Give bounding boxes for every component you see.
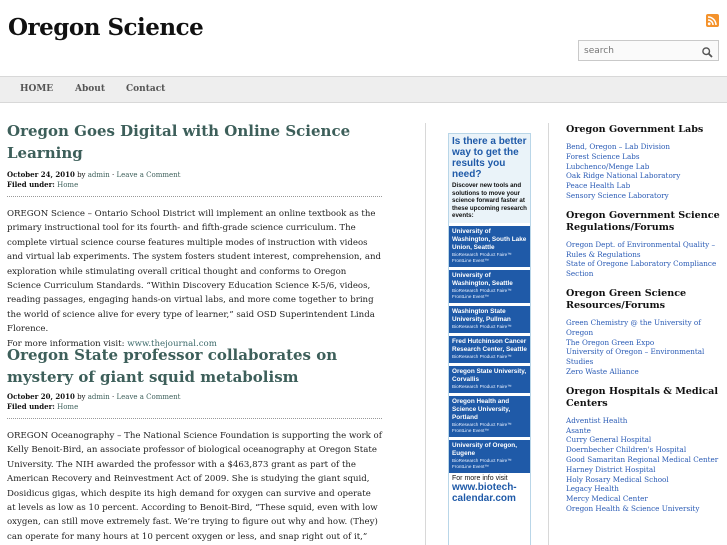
post-by: by (77, 171, 86, 179)
nav-about[interactable]: About (75, 84, 105, 94)
sidebar-link[interactable]: Doernbecher Children's Hospital (566, 445, 722, 455)
sidebar-link[interactable]: Mercy Medical Center (566, 494, 722, 504)
post-filed: Filed under: Home (7, 180, 382, 190)
sidebar-link[interactable]: Oregon Health & Science University (566, 504, 722, 514)
sidebar-section-green-science: Oregon Green Science Resources/Forums Gr… (566, 288, 722, 377)
ad-url[interactable]: www.biotech-calendar.com (452, 482, 527, 504)
ad-headline: Is there a better way to get the results… (452, 136, 527, 180)
sidebar-link[interactable]: The Oregon Green Expo (566, 338, 722, 348)
sidebar-heading: Oregon Green Science Resources/Forums (566, 287, 687, 311)
post-author-link[interactable]: admin (88, 171, 110, 179)
ad-event: Fred Hutchinson Cancer Research Center, … (449, 335, 530, 363)
sidebar-link[interactable]: Harney District Hospital (566, 465, 722, 475)
filed-label: Filed under: (7, 180, 55, 189)
post: Oregon Goes Digital with Online Science … (7, 120, 382, 351)
sidebar-link[interactable]: Sensory Science Laboratory (566, 191, 722, 201)
sidebar-link[interactable]: Adventist Health (566, 416, 722, 426)
post-body: OREGON Oceanography – The National Scien… (7, 431, 382, 542)
sidebar-link[interactable]: Legacy Health (566, 484, 722, 494)
category-link[interactable]: Home (57, 403, 78, 411)
ad-event: Oregon Health and Science University, Po… (449, 395, 530, 437)
filed-label: Filed under: (7, 402, 55, 411)
ad-event: Washington State University, Pullman BioR… (449, 305, 530, 333)
sidebar-heading: Oregon Government Science Regulations/Fo… (566, 209, 720, 233)
ad-subtext: Discover new tools and solutions to move… (452, 182, 527, 219)
site-title[interactable]: Oregon Science (8, 14, 204, 41)
sidebar-link[interactable]: Holy Rosary Medical School (566, 475, 722, 485)
event-location: Oregon Health and Science University, Po… (452, 397, 511, 421)
ad-column: Is there a better way to get the results… (425, 123, 549, 545)
site-header: Oregon Science (0, 0, 727, 76)
sidebar-link[interactable]: Green Chemistry @ the University of Oreg… (566, 318, 722, 338)
sidebar-section-hospitals: Oregon Hospitals & Medical Centers Adven… (566, 386, 722, 514)
post-body: OREGON Science – Ontario School District… (7, 209, 382, 335)
post-date: October 20, 2010 (7, 392, 75, 401)
sidebar-section-government-labs: Oregon Government Labs Bend, Oregon – La… (566, 124, 722, 201)
event-location: Fred Hutchinson Cancer Research Center, … (452, 337, 527, 353)
sidebar-link[interactable]: Oregon Dept. of Environmental Quality – … (566, 240, 722, 260)
sidebar: Oregon Government Labs Bend, Oregon – La… (566, 124, 722, 523)
event-location: University of Washington, South Lake Uni… (452, 227, 527, 251)
ad-footer: For more info visit www.biotech-calendar… (449, 473, 530, 506)
divider (7, 196, 382, 197)
sidebar-link[interactable]: Oak Ridge National Laboratory (566, 171, 722, 181)
ad-event: University of Washington, South Lake Uni… (449, 225, 530, 267)
sidebar-section-regulations: Oregon Government Science Regulations/Fo… (566, 210, 722, 279)
post-date: October 24, 2010 (7, 170, 75, 179)
post-filed: Filed under: Home (7, 402, 382, 412)
post-title[interactable]: Oregon State professor collaborates on m… (7, 344, 382, 388)
event-type: BioResearch Product Faire™ FrontLine Eve… (452, 251, 512, 263)
event-type: BioResearch Product Faire™ (452, 383, 512, 389)
event-type: BioResearch Product Faire™ FrontLine Eve… (452, 287, 512, 299)
post-title[interactable]: Oregon Goes Digital with Online Science … (7, 120, 382, 164)
event-location: University of Washington, Seattle (452, 271, 513, 287)
ad-banner[interactable]: Is there a better way to get the results… (448, 133, 531, 545)
event-type: BioResearch Product Faire™ (452, 353, 512, 359)
leave-comment-link[interactable]: Leave a Comment (116, 393, 180, 401)
sidebar-link[interactable]: Forest Science Labs (566, 152, 722, 162)
ad-event: University of Washington, Seattle BioRese… (449, 269, 530, 303)
sidebar-link[interactable]: Bend, Oregon – Lab Division (566, 142, 722, 152)
post-author-link[interactable]: admin (88, 393, 110, 401)
divider (7, 418, 382, 419)
sidebar-heading: Oregon Hospitals & Medical Centers (566, 385, 718, 409)
post-meta: October 24, 2010 by admin · Leave a Comm… (7, 170, 181, 179)
event-location: Oregon State University, Corvallis (452, 367, 527, 383)
event-type: BioResearch Product Faire™ FrontLine Eve… (452, 457, 512, 469)
ad-event: University of Oregon, Eugene BioResearch … (449, 439, 530, 473)
post-by: by (77, 393, 86, 401)
magnifier-icon (702, 47, 713, 58)
sidebar-link[interactable]: University of Oregon – Environmental Stu… (566, 347, 722, 367)
ad-header: Is there a better way to get the results… (449, 134, 530, 223)
sidebar-link[interactable]: Lubchenco/Menge Lab (566, 162, 722, 172)
event-location: Washington State University, Pullman (452, 307, 511, 323)
nav-contact[interactable]: Contact (126, 84, 165, 94)
sidebar-link[interactable]: Good Samaritan Regional Medical Center (566, 455, 722, 465)
sidebar-link[interactable]: Zero Waste Alliance (566, 367, 722, 377)
ad-event: Oregon State University, Corvallis BioRes… (449, 365, 530, 393)
leave-comment-link[interactable]: Leave a Comment (116, 171, 180, 179)
sidebar-link[interactable]: Peace Health Lab (566, 181, 722, 191)
search-input[interactable] (579, 41, 697, 60)
post-meta: October 20, 2010 by admin · Leave a Comm… (7, 392, 181, 401)
event-location: University of Oregon, Eugene (452, 441, 517, 457)
rss-feed-icon[interactable] (706, 14, 719, 27)
category-link[interactable]: Home (57, 181, 78, 189)
sidebar-heading: Oregon Government Labs (566, 124, 704, 135)
main-nav: HOME About Contact (0, 76, 727, 103)
nav-home[interactable]: HOME (20, 84, 53, 94)
sidebar-link[interactable]: State of Oregone Laboratory Compliance S… (566, 259, 722, 279)
search-button[interactable] (701, 44, 714, 58)
sidebar-link[interactable]: Asante (566, 426, 722, 436)
event-type: BioResearch Product Faire™ FrontLine Eve… (452, 421, 512, 433)
search-box (578, 40, 719, 61)
sidebar-link[interactable]: Curry General Hospital (566, 435, 722, 445)
ad-more-text: For more info visit (452, 474, 508, 482)
event-type: BioResearch Product Faire™ (452, 323, 512, 329)
post: Oregon State professor collaborates on m… (7, 344, 382, 545)
